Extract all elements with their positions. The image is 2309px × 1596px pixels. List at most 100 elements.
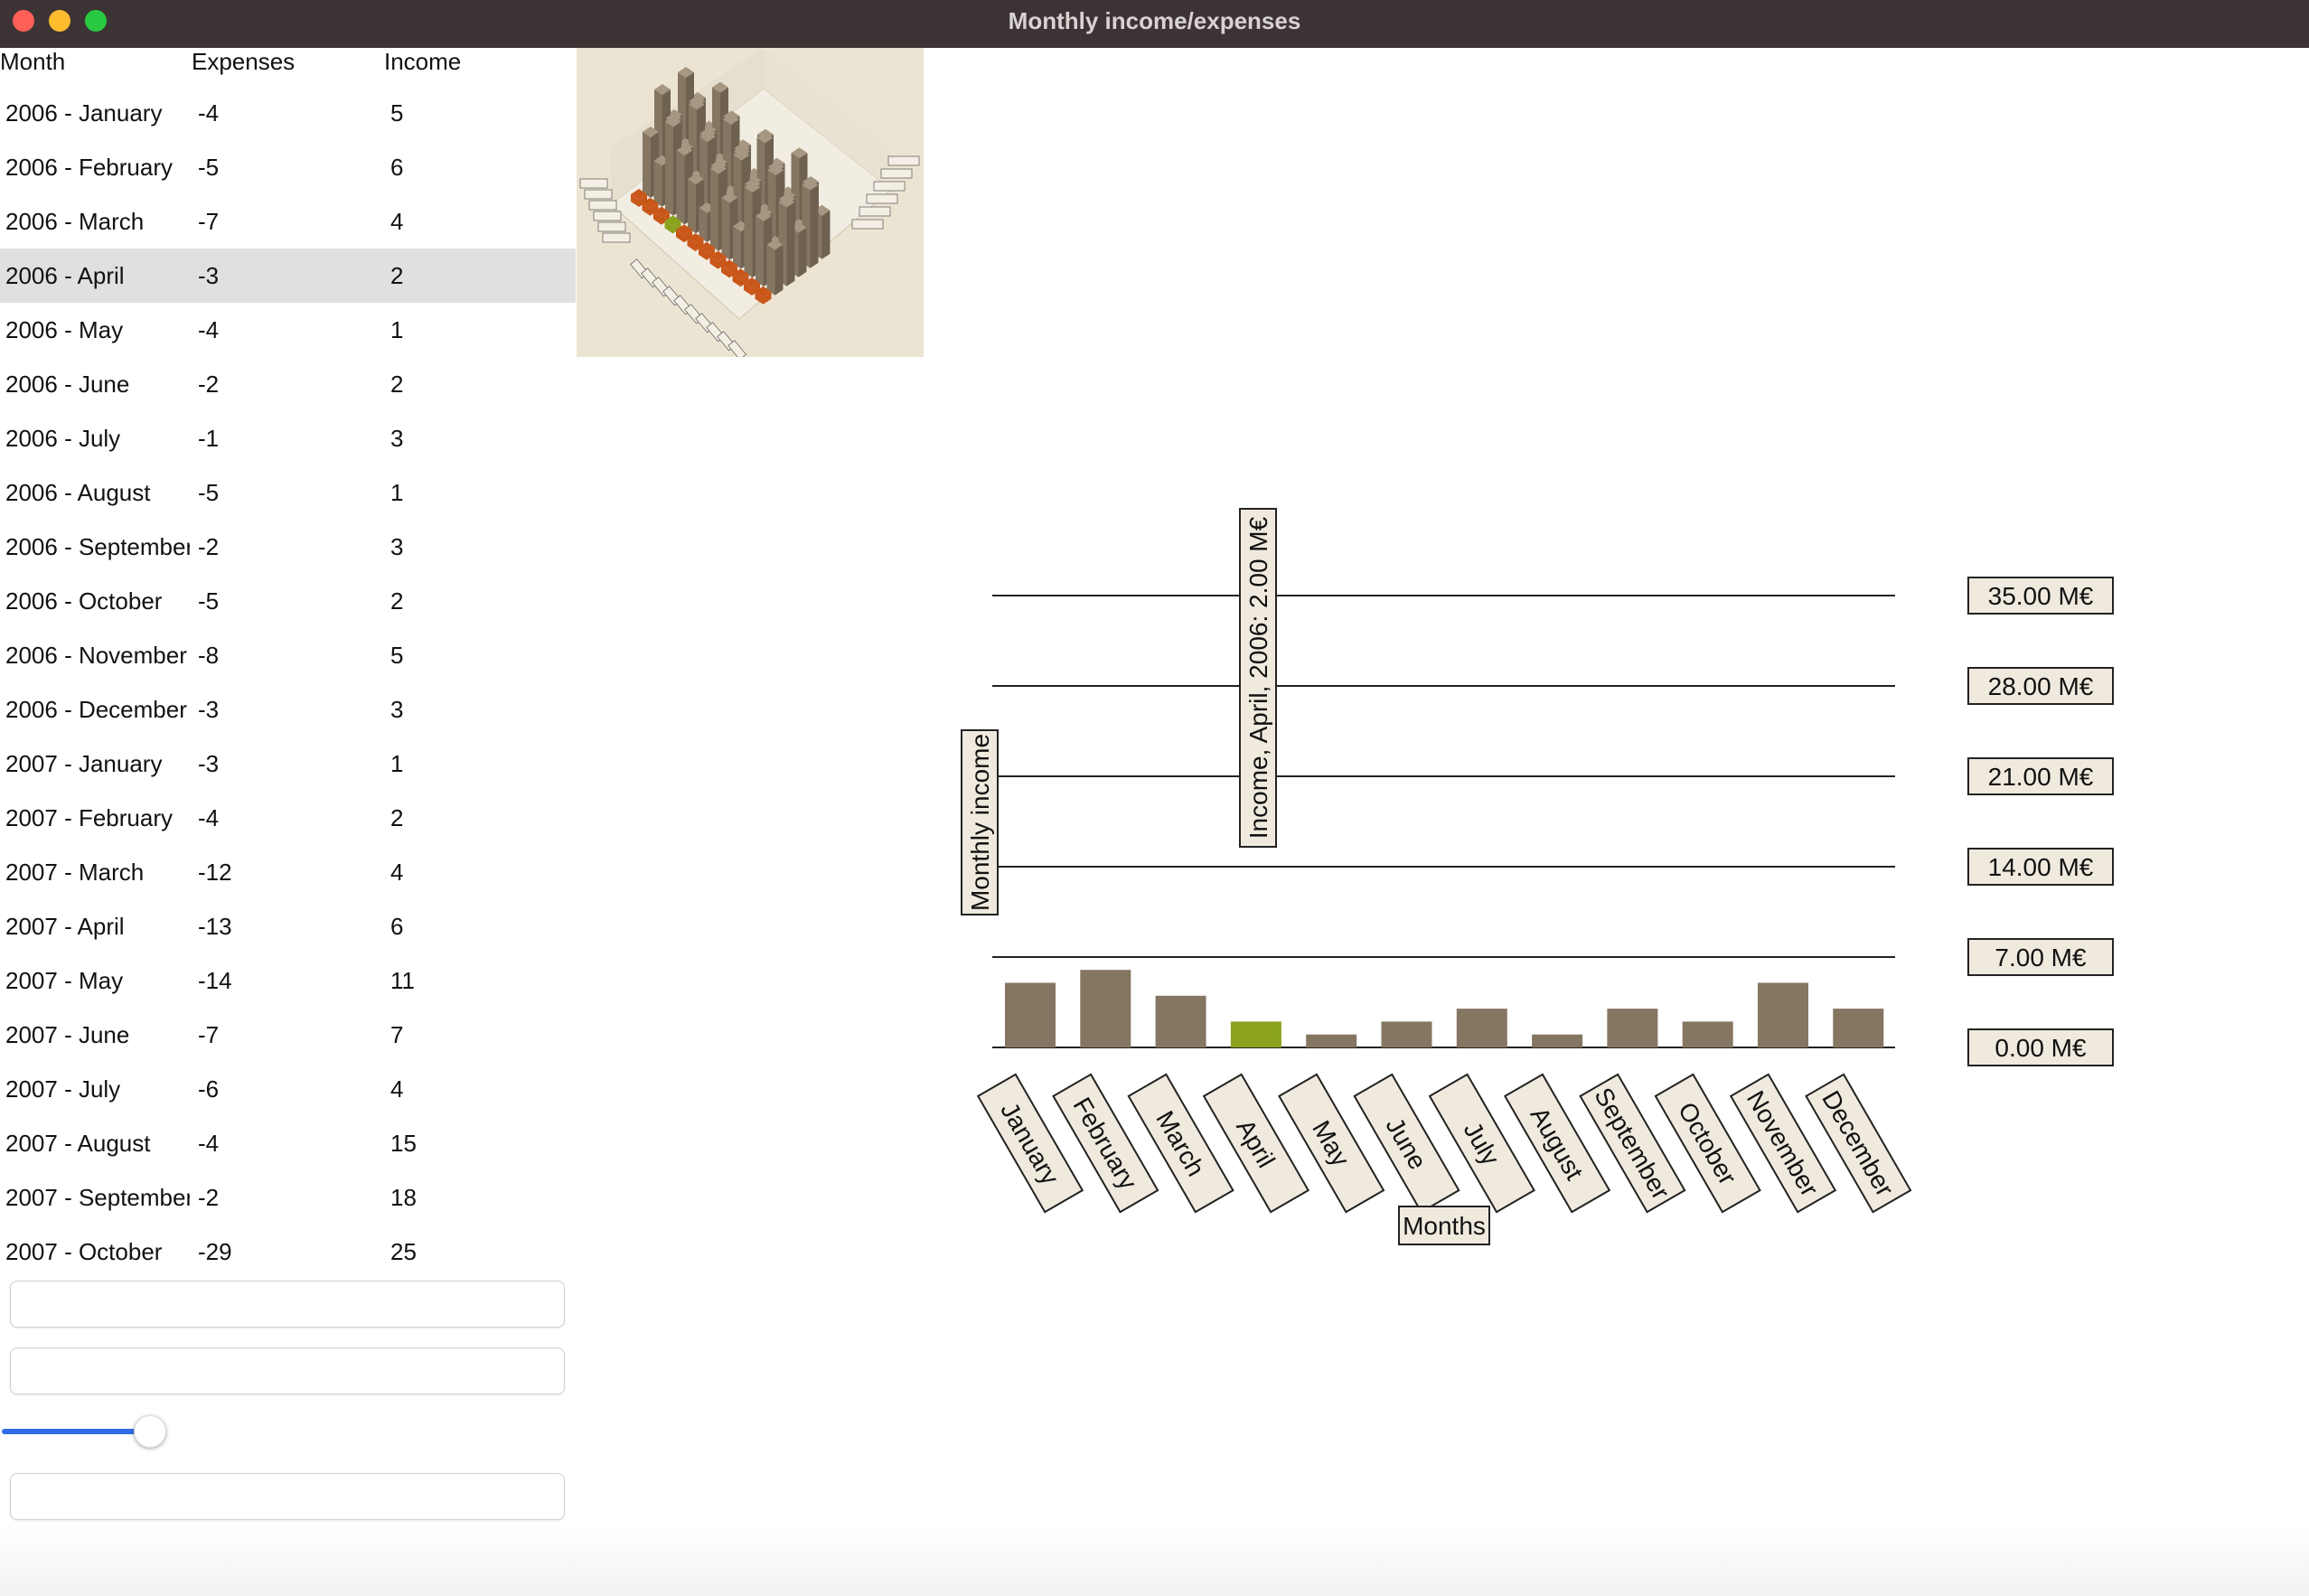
- month-cell: 2006 - March: [5, 208, 145, 235]
- table-row[interactable]: 2007 - June -7 7: [0, 1008, 576, 1062]
- table-row[interactable]: 2006 - June -2 2: [0, 357, 576, 411]
- text-input-4[interactable]: [11, 1541, 564, 1586]
- table-row[interactable]: 2006 - March -7 4: [0, 194, 576, 249]
- table-row[interactable]: 2007 - February -4 2: [0, 791, 576, 845]
- text-input-2[interactable]: [11, 1348, 564, 1394]
- table-row[interactable]: 2006 - February -5 6: [0, 140, 576, 194]
- thumb-y-label: [859, 206, 891, 217]
- month-cell: 2007 - July: [5, 1075, 121, 1103]
- expenses-cell: -5: [198, 587, 220, 615]
- expenses-cell: -4: [198, 804, 220, 831]
- income-cell: 4: [390, 859, 404, 886]
- text-field-1[interactable]: [10, 1281, 565, 1328]
- slider-track: [2, 1429, 154, 1434]
- table-row[interactable]: 2006 - December -3 3: [0, 682, 576, 737]
- month-cell: 2007 - October: [5, 1238, 163, 1265]
- bar[interactable]: [1607, 1009, 1658, 1047]
- income-cell: 25: [390, 1238, 417, 1265]
- table-row[interactable]: 2006 - April -3 2: [0, 249, 576, 303]
- bar[interactable]: [1381, 1021, 1432, 1047]
- table-row[interactable]: 2006 - August -5 1: [0, 465, 576, 520]
- bar[interactable]: [1005, 982, 1056, 1048]
- table-row[interactable]: 2007 - July -6 4: [0, 1062, 576, 1116]
- y-axis-title-group: Monthly income: [961, 729, 999, 915]
- month-cell: 2006 - August: [5, 479, 151, 506]
- thumb-y-label: [579, 178, 608, 189]
- y-tick-label: 0.00 M€: [1995, 1034, 2087, 1062]
- table-row[interactable]: 2006 - November -8 5: [0, 628, 576, 682]
- bar[interactable]: [1532, 1034, 1583, 1047]
- expenses-cell: -14: [198, 967, 232, 994]
- monthly-income-chart: 0.00 M€ 7.00 M€ 14.00 M€ 21.00 M€ 28.00 M€ 35…: [940, 506, 2169, 1265]
- table-row[interactable]: 2007 - September -2 18: [0, 1170, 576, 1225]
- window-title: Monthly income/expenses: [1008, 7, 1301, 34]
- thumb-y-label: [602, 232, 631, 243]
- month-cell: 2007 - August: [5, 1130, 151, 1157]
- bar[interactable]: [1306, 1034, 1357, 1047]
- thumb-bar-left: [721, 197, 730, 260]
- income-cell: 5: [390, 99, 404, 127]
- thumb-y-label: [880, 168, 913, 179]
- month-cell: 2006 - April: [5, 262, 125, 289]
- text-field-2[interactable]: [10, 1347, 565, 1394]
- income-cell: 11: [390, 967, 415, 994]
- bar[interactable]: [1080, 970, 1131, 1047]
- thumb-y-label: [597, 221, 626, 232]
- month-cell: 2006 - November: [5, 642, 187, 669]
- text-input-3[interactable]: [11, 1474, 564, 1519]
- expenses-cell: -4: [198, 316, 220, 343]
- month-cell: 2006 - January: [5, 99, 163, 127]
- table-row[interactable]: 2007 - May -14 11: [0, 953, 576, 1008]
- table-row[interactable]: 2007 - October -29 25: [0, 1225, 576, 1279]
- bar[interactable]: [1230, 1021, 1281, 1047]
- 3d-bar-chart-thumbnail[interactable]: [577, 48, 924, 357]
- column-header-income[interactable]: Income: [384, 48, 461, 76]
- slider[interactable]: [0, 1415, 172, 1448]
- slider-thumb[interactable]: [133, 1415, 166, 1448]
- thumb-y-label: [593, 211, 622, 221]
- title-bar: Monthly income/expenses: [0, 0, 2309, 48]
- column-header-expenses[interactable]: Expenses: [192, 48, 295, 76]
- thumb-y-label: [873, 181, 906, 192]
- table-row[interactable]: 2006 - May -4 1: [0, 303, 576, 357]
- income-cell: 4: [390, 1075, 404, 1103]
- thumb-y-label: [584, 189, 613, 200]
- table-row[interactable]: 2007 - January -3 1: [0, 737, 576, 791]
- table-row[interactable]: 2007 - August -4 15: [0, 1116, 576, 1170]
- column-header-month[interactable]: Month: [0, 48, 65, 76]
- table-row[interactable]: 2007 - March -12 4: [0, 845, 576, 899]
- income-cell: 6: [390, 913, 404, 940]
- thumb-bar-left: [665, 121, 673, 216]
- table-row[interactable]: 2006 - October -5 2: [0, 574, 576, 628]
- table-row[interactable]: 2006 - January -4 5: [0, 86, 576, 140]
- text-input-1[interactable]: [11, 1281, 564, 1327]
- expenses-cell: -2: [198, 533, 220, 560]
- bar[interactable]: [1682, 1021, 1733, 1047]
- thumb-bar-left: [688, 179, 696, 234]
- table-row[interactable]: 2006 - September -2 3: [0, 520, 576, 574]
- income-cell: 1: [390, 316, 404, 343]
- expenses-cell: -13: [198, 913, 232, 940]
- bar[interactable]: [1155, 995, 1206, 1047]
- thumb-y-label: [851, 219, 884, 230]
- text-field-3[interactable]: [10, 1473, 565, 1520]
- expenses-cell: -2: [198, 1184, 220, 1211]
- thumb-bar-left: [733, 226, 741, 269]
- bar[interactable]: [1758, 982, 1808, 1048]
- month-cell: 2006 - September: [5, 533, 190, 560]
- expenses-cell: -7: [198, 208, 220, 235]
- expenses-cell: -8: [198, 642, 220, 669]
- month-cell: 2007 - April: [5, 913, 125, 940]
- expenses-cell: -6: [198, 1075, 220, 1103]
- bar[interactable]: [1456, 1009, 1507, 1047]
- income-cell: 2: [390, 804, 404, 831]
- bar[interactable]: [1833, 1009, 1884, 1047]
- expenses-cell: -7: [198, 1021, 220, 1048]
- expenses-cell: -1: [198, 425, 220, 452]
- expenses-cell: -5: [198, 154, 220, 181]
- text-field-4[interactable]: [10, 1540, 565, 1587]
- thumb-bar-left: [744, 187, 753, 278]
- table-row[interactable]: 2006 - July -1 3: [0, 411, 576, 465]
- table-row[interactable]: 2007 - April -13 6: [0, 899, 576, 953]
- month-cell: 2006 - February: [5, 154, 173, 181]
